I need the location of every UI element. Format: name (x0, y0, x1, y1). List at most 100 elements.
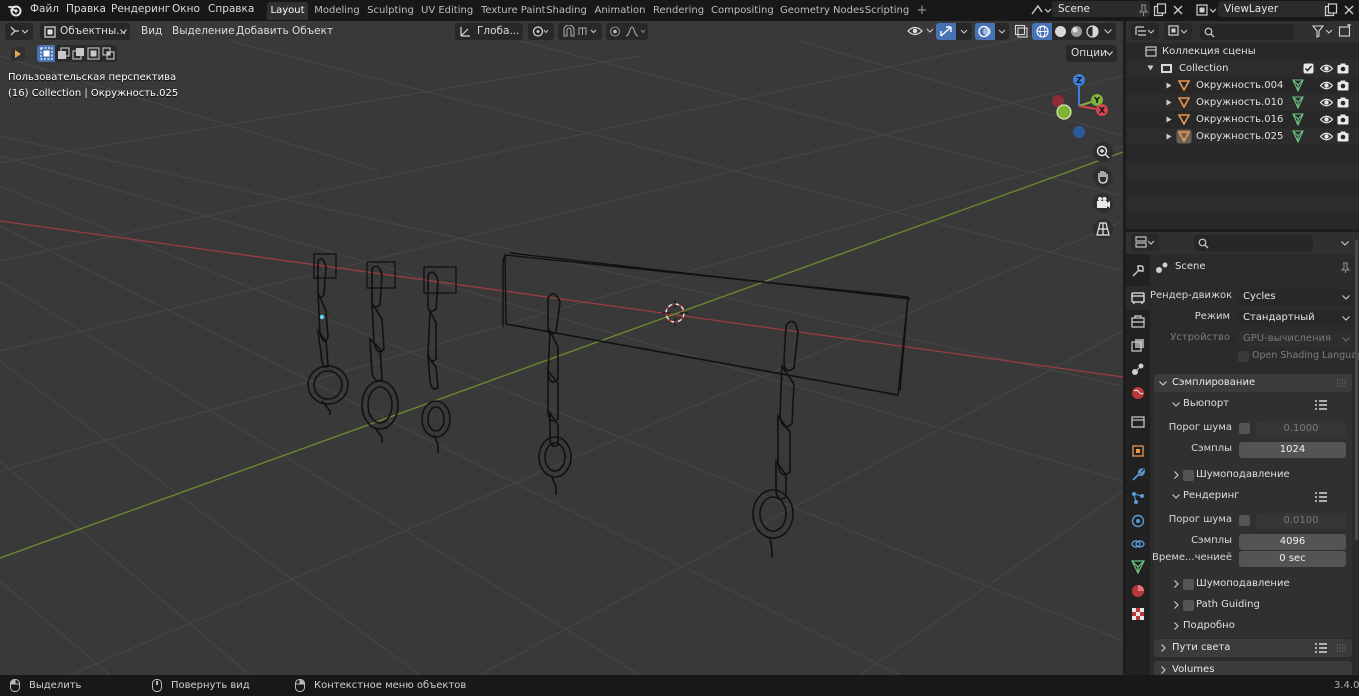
particles-tab-icon[interactable] (1129, 489, 1147, 507)
outliner-row-object[interactable]: Окружность.010 (1126, 94, 1359, 111)
chevron-right-icon[interactable] (1174, 471, 1179, 479)
outliner-row-scene-collection[interactable]: Коллекция сцены (1126, 43, 1359, 60)
camera-render-icon[interactable] (1337, 131, 1349, 142)
world-tab-icon[interactable] (1129, 384, 1147, 402)
chevron-down-icon[interactable] (1172, 402, 1180, 407)
chevron-right-icon[interactable] (1174, 622, 1179, 630)
tab-rendering[interactable]: Rendering (653, 2, 704, 20)
tab-geometry-nodes[interactable]: Geometry Nodes (780, 2, 864, 20)
tab-scripting[interactable]: Scripting (864, 2, 910, 20)
menu-select[interactable]: Выделение (172, 23, 235, 40)
drag-handle-icon[interactable] (1336, 379, 1347, 387)
chain-mesh-4[interactable] (538, 293, 572, 495)
render-denoise-label[interactable]: Шумоподавление (1196, 578, 1290, 589)
eye-icon[interactable] (1320, 131, 1333, 142)
menu-render[interactable]: Рендеринг (111, 0, 170, 21)
new-scene-icon[interactable] (1153, 3, 1167, 17)
light-paths-panel-header[interactable]: Пути света (1154, 639, 1352, 657)
outliner-row-object-active[interactable]: Окружность.025 (1126, 128, 1359, 145)
menu-view[interactable]: Вид (141, 23, 162, 40)
mesh-data-icon[interactable] (1292, 79, 1304, 92)
path-guiding-checkbox[interactable] (1183, 600, 1194, 611)
tab-animation[interactable]: Animation (594, 2, 646, 20)
camera-view-icon[interactable] (1092, 192, 1114, 214)
shading-solid-icon[interactable] (1054, 25, 1067, 38)
viewport-subpanel-title[interactable]: Вьюпорт (1183, 398, 1229, 409)
transform-orientation-dropdown[interactable]: Глоба... (455, 23, 523, 40)
tab-texture-paint[interactable]: Texture Paint (481, 2, 546, 20)
new-collection-icon[interactable] (1338, 24, 1352, 38)
mesh-data-icon[interactable] (1292, 113, 1304, 126)
viewlayer-icon[interactable] (1195, 3, 1217, 17)
filter-icon[interactable] (1312, 25, 1334, 38)
interaction-mode-dropdown[interactable]: Объектны... (40, 23, 130, 40)
viewport-noise-threshold-field[interactable]: 0.1000 (1256, 421, 1346, 437)
mesh-data-icon[interactable] (1292, 96, 1304, 109)
gizmo-neg-z-handle[interactable] (1073, 126, 1085, 138)
device-dropdown[interactable]: GPU-вычисления (1238, 331, 1353, 347)
viewport-denoise-label[interactable]: Шумоподавление (1196, 469, 1290, 480)
3d-cursor-icon[interactable] (662, 300, 688, 326)
editor-type-button[interactable] (5, 23, 33, 40)
chevron-down-icon[interactable] (1172, 494, 1180, 499)
preset-list-icon[interactable] (1314, 491, 1328, 503)
viewport-scene[interactable]: Z Y X (0, 21, 1123, 675)
outliner-row-collection[interactable]: Collection (1126, 60, 1359, 77)
disclosure-closed-icon[interactable] (1166, 116, 1172, 123)
select-intersect-icon[interactable] (102, 47, 115, 60)
render-tab-icon[interactable] (1129, 289, 1147, 307)
shading-options-chevron-icon[interactable] (1104, 29, 1112, 34)
chevron-right-icon[interactable] (1174, 580, 1179, 588)
camera-render-icon[interactable] (1337, 80, 1349, 91)
perspective-toggle-icon[interactable] (1092, 218, 1114, 240)
preset-list-icon[interactable] (1314, 642, 1328, 654)
viewport-denoise-checkbox[interactable] (1183, 470, 1194, 481)
blender-logo-icon[interactable] (8, 3, 22, 17)
select-new-icon[interactable] (40, 47, 53, 60)
eye-icon[interactable] (1320, 97, 1333, 108)
advanced-subpanel-label[interactable]: Подробно (1183, 620, 1235, 631)
disclosure-open-icon[interactable] (1147, 65, 1154, 71)
tab-layout[interactable]: Layout (267, 2, 308, 20)
delete-viewlayer-icon[interactable] (1343, 4, 1355, 16)
options-dropdown[interactable]: Опции (1066, 45, 1117, 62)
add-workspace-button[interactable]: + (914, 2, 930, 20)
preset-list-icon[interactable] (1314, 399, 1328, 411)
menu-add[interactable]: Добавить (236, 23, 289, 40)
physics-tab-icon[interactable] (1129, 512, 1147, 530)
outliner-row-object[interactable]: Окружность.004 (1126, 77, 1359, 94)
render-noise-threshold-checkbox[interactable] (1239, 515, 1250, 526)
pin-icon[interactable] (1339, 261, 1351, 274)
outliner-search-input[interactable] (1200, 24, 1294, 40)
toolbar-toggle-icon[interactable] (10, 46, 26, 62)
properties-editor-type-button[interactable] (1131, 234, 1159, 251)
zoom-icon[interactable] (1092, 141, 1114, 163)
collection-tab-icon[interactable] (1129, 413, 1147, 431)
pan-hand-icon[interactable] (1092, 166, 1114, 188)
texture-tab-icon[interactable] (1129, 605, 1147, 623)
mesh-data-tab-icon[interactable] (1129, 558, 1147, 576)
3d-viewport[interactable]: Z Y X Объектны... Вид Выделение Добавить… (0, 21, 1123, 675)
checkbox-checked-icon[interactable] (1303, 63, 1314, 74)
menu-object[interactable]: Объект (292, 23, 333, 40)
overlays-toggle[interactable] (975, 23, 1009, 40)
scene-icon[interactable] (1030, 3, 1052, 17)
mesh-data-icon[interactable] (1292, 130, 1304, 143)
disclosure-closed-icon[interactable] (1166, 99, 1172, 106)
disclosure-closed-icon[interactable] (1166, 82, 1172, 89)
view-layer-tab-icon[interactable] (1129, 336, 1147, 354)
material-tab-icon[interactable] (1129, 582, 1147, 600)
chevron-down-icon[interactable] (1341, 241, 1349, 246)
scene-name-field[interactable]: Scene (1052, 1, 1150, 17)
navigation-gizmo[interactable]: Z Y X (1052, 74, 1108, 138)
camera-render-icon[interactable] (1337, 63, 1349, 74)
chevron-right-icon[interactable] (1174, 601, 1179, 609)
modifier-wrench-icon[interactable] (1129, 466, 1147, 484)
shading-rendered-icon[interactable] (1086, 25, 1099, 38)
delete-scene-icon[interactable] (1172, 4, 1184, 16)
tab-sculpting[interactable]: Sculpting (367, 2, 414, 20)
board-mesh[interactable] (502, 252, 911, 396)
proportional-editing-controls[interactable] (606, 23, 648, 40)
render-denoise-checkbox[interactable] (1183, 579, 1194, 590)
tab-modeling[interactable]: Modeling (312, 2, 362, 20)
